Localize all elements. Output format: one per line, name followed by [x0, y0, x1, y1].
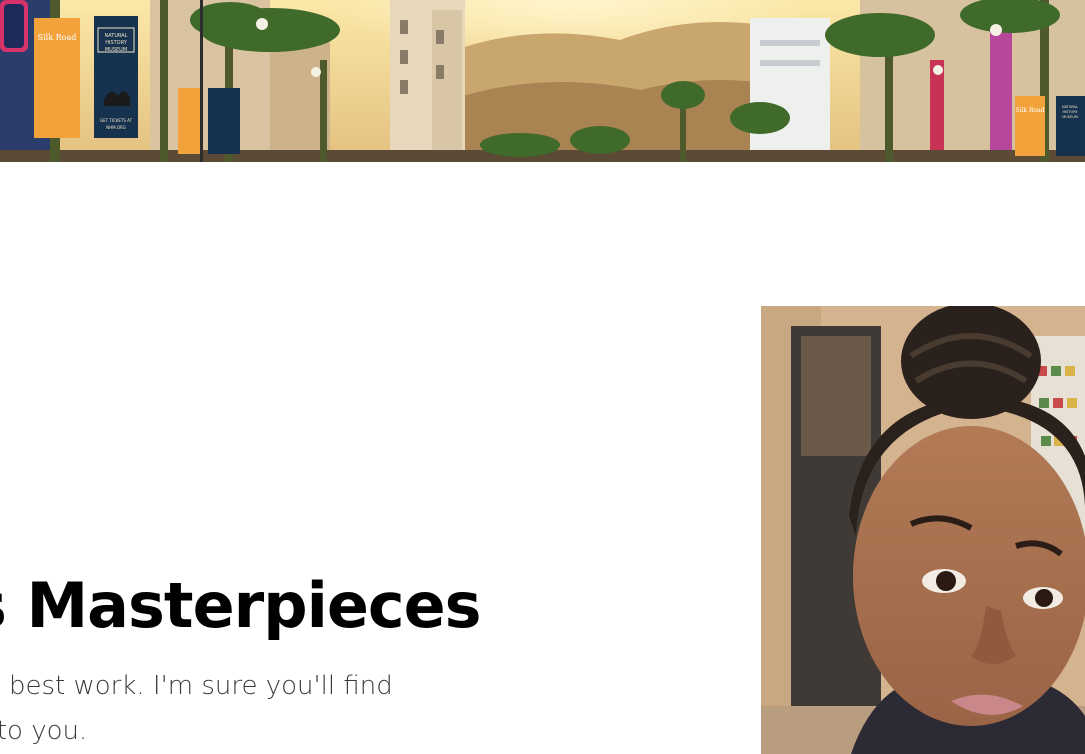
banner-text: HISTORY: [105, 40, 128, 46]
banner-text: GET TICKETS AT: [100, 118, 133, 123]
page-heading: s Masterpieces: [0, 569, 482, 642]
banner-text: NATURAL: [1062, 105, 1078, 109]
intro-paragraph: my best work. I'm sure you'll find ks to…: [0, 664, 420, 754]
hero-street-scene: NATURAL HISTORY MUSEUM GET TICKETS AT NH…: [0, 0, 1085, 162]
banner-text: NHM.ORG: [106, 125, 126, 130]
banner-text: Silk Road: [38, 33, 77, 42]
banner-text: NATURAL: [105, 33, 128, 39]
banner-text: HISTORY: [1062, 110, 1078, 114]
portrait-image: [761, 306, 1085, 754]
intro-line: ks to you.: [0, 716, 88, 746]
banner-text: MUSEUM: [1062, 115, 1078, 119]
banner-text: MUSEUM: [105, 47, 127, 53]
museum-banner-mid: [178, 88, 240, 154]
intro-line: my best work. I'm sure you'll find: [0, 671, 393, 701]
portrait-photo: [761, 306, 1085, 754]
hero-banner-image: NATURAL HISTORY MUSEUM GET TICKETS AT NH…: [0, 0, 1085, 162]
page: NATURAL HISTORY MUSEUM GET TICKETS AT NH…: [0, 0, 1085, 754]
banner-text: Silk Road: [1015, 107, 1044, 114]
